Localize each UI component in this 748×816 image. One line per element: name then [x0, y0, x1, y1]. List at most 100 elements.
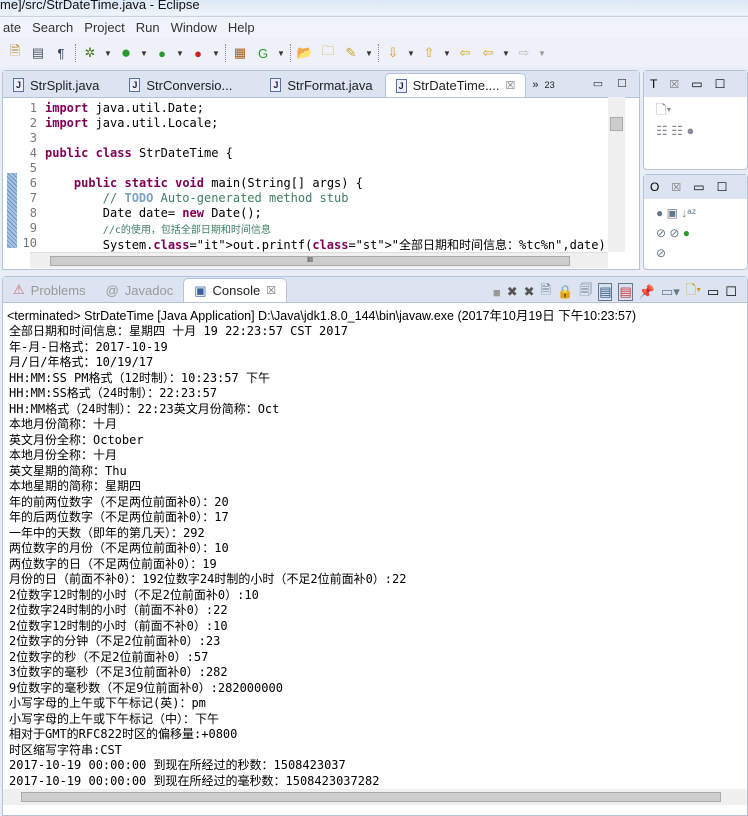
console-output[interactable]: 全部日期和时间信息：星期四 十月 19 22:23:57 CST 2017 年-月… [9, 324, 406, 789]
code-line: // TODO Auto-generated method stub [102, 191, 349, 205]
new-icon[interactable]: 🗋▾ [656, 102, 671, 117]
pin-console-icon[interactable]: 📌 [639, 284, 655, 300]
open-folder-icon[interactable]: 🗀 [319, 43, 337, 62]
panel-tab-t[interactable]: T [650, 77, 657, 91]
remove-all-icon[interactable]: ✖ [524, 284, 535, 300]
remove-launch-icon[interactable]: ✖ [507, 284, 518, 300]
chevron-down-icon[interactable]: ▼ [212, 49, 220, 58]
scroll-lock-icon[interactable]: 🔒 [557, 284, 573, 300]
line-number: 10 [22, 236, 37, 250]
menu-search[interactable]: Search [29, 20, 81, 35]
chevron-down-icon[interactable]: ▼ [365, 49, 373, 58]
maximize-icon[interactable]: ☐ [715, 77, 726, 91]
tab-strformat[interactable]: J StrFormat.java [260, 73, 382, 97]
pilcrow-icon[interactable]: ¶ [52, 44, 70, 62]
run-icon[interactable]: ● [117, 43, 135, 62]
editor-vertical-scrollbar[interactable] [608, 97, 625, 252]
minimize-icon[interactable]: ▭ [593, 77, 603, 90]
last-edit-icon[interactable]: ⇦ [456, 44, 474, 62]
show-on-stderr-icon[interactable]: ▤ [618, 283, 633, 301]
chevron-down-icon[interactable]: ▼ [176, 49, 184, 58]
panel-tab-o[interactable]: O [650, 180, 659, 194]
tab-problems[interactable]: ⚠ Problems [3, 278, 96, 302]
display-console-icon[interactable]: ▭▾ [661, 284, 680, 300]
tab-strsplit[interactable]: J StrSplit.java [3, 73, 109, 97]
prev-annotation-icon[interactable]: ⇧ [420, 44, 438, 62]
chevron-down-icon[interactable]: ▼ [407, 49, 415, 58]
editor-horizontal-scrollbar[interactable]: III [30, 252, 608, 268]
next-annotation-icon[interactable]: ⇩ [384, 44, 402, 62]
hierarchy-icon[interactable]: ☷ ☷ ● [656, 123, 694, 138]
line-number: 8 [29, 206, 37, 220]
tab-label: StrConversio... [146, 77, 233, 93]
line-number: 1 [29, 101, 37, 115]
minimize-icon[interactable]: ▭ [691, 77, 702, 91]
new-java-project-icon[interactable]: ▦ [231, 44, 249, 62]
code-line: public static void main(String[] args) { [73, 176, 363, 190]
new-class-icon[interactable]: G [254, 44, 272, 62]
tab-javadoc[interactable]: @ Javadoc [96, 278, 184, 302]
console-panel: ⚠ Problems @ Javadoc ▣ Console ☒ ■ ✖ ✖ 🗎 🔒 🗐… [2, 276, 748, 816]
close-icon[interactable]: ☒ [669, 78, 679, 91]
menu-run[interactable]: Run [133, 20, 168, 35]
hide-fields-icon[interactable]: ● ▣ ↓ᵃᶻ [656, 206, 696, 220]
console-line: 相对于GMT的RFC822时区的偏移量:+0800 [9, 727, 238, 741]
chevron-down-icon[interactable]: ▼ [443, 49, 451, 58]
show-on-stdout-icon[interactable]: ▤ [598, 283, 613, 301]
coverage-icon[interactable]: ● [153, 44, 171, 62]
tab-strconversion[interactable]: J StrConversio... [119, 73, 242, 97]
outline-panel: O ☒ ▭ ☐ ● ▣ ↓ᵃᶻ ⊘ ⊘ ● ⊘ [643, 174, 748, 270]
debug-icon[interactable]: ✲ [81, 44, 99, 62]
open-type-icon[interactable]: 📂 [296, 44, 314, 62]
clear-console-icon[interactable]: 🗎 [541, 281, 551, 303]
console-line: 一年中的天数（即年的第几天）：292 [9, 525, 205, 540]
hide-local-icon[interactable]: ⊘ [656, 246, 666, 260]
chevron-down-icon[interactable]: ▼ [277, 49, 285, 58]
minimize-icon[interactable]: ▭ [707, 284, 719, 300]
menu-help[interactable]: Help [225, 20, 263, 35]
tab-label: Javadoc [124, 282, 174, 298]
console-line: 时区缩写字符串:CST [9, 742, 122, 757]
maximize-icon[interactable]: ☐ [617, 77, 627, 90]
minimize-icon[interactable]: ▭ [693, 180, 704, 194]
chevron-down-icon[interactable]: ▼ [140, 49, 148, 58]
maximize-icon[interactable]: ☐ [717, 180, 728, 194]
editor-tabs: J StrSplit.java J StrConversio... J StrForm… [3, 71, 639, 98]
menu-window[interactable]: Window [168, 20, 225, 35]
external-tools-icon[interactable]: ● [189, 44, 207, 62]
open-console-icon[interactable]: 🗋▾ [686, 281, 701, 303]
console-vertical-scrollbar[interactable] [730, 325, 747, 803]
menu-project[interactable]: Project [81, 20, 132, 35]
code-line: //c的使用，包括全部日期和时间信息 [102, 225, 271, 236]
chevron-down-icon[interactable]: ▼ [104, 49, 112, 58]
close-icon[interactable]: ☒ [671, 181, 681, 194]
line-number: 9 [29, 221, 37, 235]
editor-panel: J StrSplit.java J StrConversio... J StrForm… [2, 70, 640, 270]
console-line: 两位数字的月份（不足两位前面补0）：10 [9, 541, 229, 555]
terminate-icon[interactable]: ■ [493, 285, 501, 300]
tab-strdatetime[interactable]: J StrDateTime.... ☒ [384, 73, 527, 97]
menu-navigate[interactable]: ate [0, 20, 29, 35]
console-line: 2位数字24时制的小时（前面不补0）:22 [9, 603, 228, 617]
scroll-thumb[interactable]: III [50, 256, 570, 266]
console-tabs: ⚠ Problems @ Javadoc ▣ Console ☒ ■ ✖ ✖ 🗎 🔒 🗐… [3, 277, 747, 303]
chevron-down-icon[interactable]: ▼ [502, 49, 510, 58]
tab-console[interactable]: ▣ Console ☒ [183, 278, 288, 302]
close-icon[interactable]: ☒ [266, 284, 276, 297]
console-horizontal-scrollbar[interactable] [3, 789, 747, 805]
word-wrap-icon[interactable]: 🗐 [579, 281, 592, 303]
tab-overflow[interactable]: » 23 [526, 73, 560, 97]
close-icon[interactable]: ☒ [506, 79, 516, 92]
forward-icon[interactable]: ⇨ [515, 44, 533, 62]
console-line: 小写字母的上午或下午标记(英)：pm [9, 696, 206, 710]
maximize-icon[interactable]: ☐ [725, 284, 737, 300]
back-icon[interactable]: ⇦ [479, 44, 497, 62]
chevron-down-icon[interactable]: ▼ [538, 49, 546, 58]
java-file-icon: J [129, 78, 141, 92]
hide-static-icon[interactable]: ⊘ ⊘ ● [656, 226, 690, 240]
print-icon[interactable]: ▤ [29, 44, 47, 62]
save-icon[interactable]: 🗎 [6, 43, 24, 62]
code-line: System.class="it">out.printf(class="st">… [45, 238, 613, 252]
search-icon[interactable]: ✎ [342, 44, 360, 62]
code-area[interactable]: 1 import java.util.Date; 2 import java.util… [3, 98, 639, 253]
